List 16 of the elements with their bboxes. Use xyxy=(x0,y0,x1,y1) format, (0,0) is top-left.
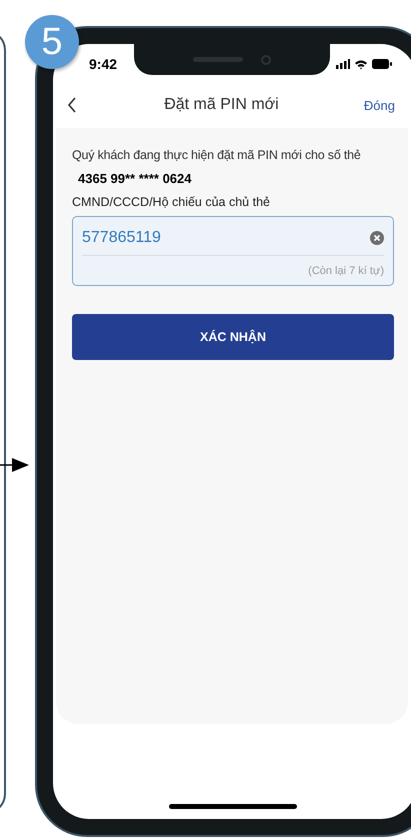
battery-icon xyxy=(372,59,392,69)
character-counter: (Còn lại 7 kí tự) xyxy=(308,265,384,277)
confirm-button[interactable]: XÁC NHẬN xyxy=(72,314,394,360)
wifi-icon xyxy=(354,58,368,70)
status-time: 9:42 xyxy=(89,56,118,72)
screen-title: Đặt mã PIN mới xyxy=(164,96,279,114)
chevron-left-icon xyxy=(67,97,77,113)
id-number-input[interactable]: 577865119 xyxy=(82,229,370,247)
instruction-text: Quý khách đang thực hiện đặt mã PIN mới cho số thẻ xyxy=(72,148,362,162)
step-badge: 5 xyxy=(25,15,79,69)
close-link[interactable]: Đóng xyxy=(362,96,397,114)
clear-icon xyxy=(370,231,384,245)
field-label: CMND/CCCD/Hộ chiếu của chủ thẻ xyxy=(72,195,271,209)
clear-button[interactable] xyxy=(370,231,384,245)
card-number: 4365 99** **** 0624 xyxy=(78,171,192,186)
signal-icon xyxy=(336,59,350,69)
